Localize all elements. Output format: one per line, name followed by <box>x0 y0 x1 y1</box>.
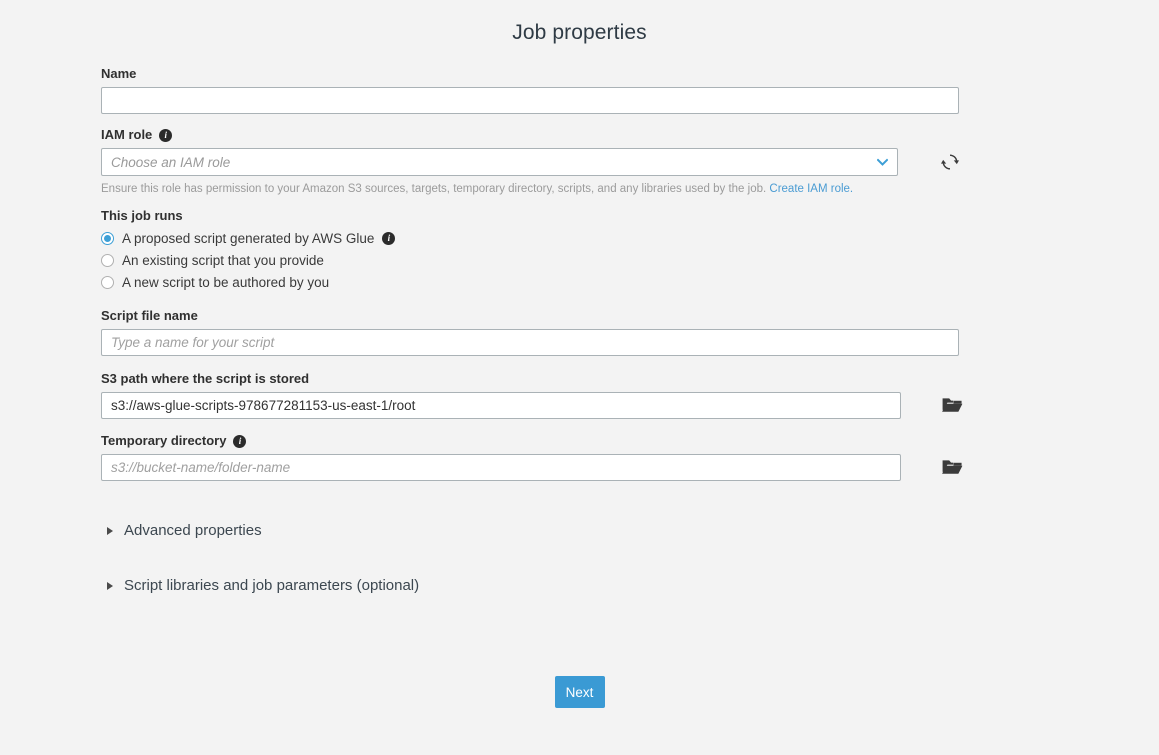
s3-script-path-input[interactable] <box>101 392 901 419</box>
field-name: Name <box>101 66 981 114</box>
script-libraries-toggle[interactable]: Script libraries and job parameters (opt… <box>101 571 981 600</box>
next-button[interactable]: Next <box>554 676 605 708</box>
radio-option-proposed-script[interactable]: A proposed script generated by AWS Glue … <box>101 229 981 248</box>
info-icon[interactable]: i <box>233 434 247 448</box>
field-job-runs: This job runs A proposed script generate… <box>101 208 981 292</box>
radio-label-text: A new script to be authored by you <box>122 275 330 290</box>
advanced-properties-label: Advanced properties <box>124 522 262 539</box>
triangle-right-icon <box>107 581 113 590</box>
triangle-right-icon <box>107 526 113 535</box>
section-advanced-properties[interactable]: Advanced properties <box>101 516 981 545</box>
job-properties-form: Name IAM role i Choose an IAM role Ensur… <box>101 66 981 600</box>
radio-option-existing-script[interactable]: An existing script that you provide <box>101 251 981 270</box>
temporary-directory-label-text: Temporary directory <box>101 433 227 448</box>
temporary-directory-row <box>101 454 981 481</box>
job-properties-page: Job properties Name IAM role i Choose an… <box>0 0 1159 755</box>
field-script-file-name: Script file name <box>101 308 981 356</box>
radio-label[interactable]: An existing script that you provide <box>122 253 324 268</box>
radio-button[interactable] <box>101 232 114 245</box>
name-input[interactable] <box>101 87 959 114</box>
field-s3-script-path: S3 path where the script is stored <box>101 371 981 419</box>
iam-role-select[interactable]: Choose an IAM role <box>101 148 898 176</box>
iam-role-selected-text: Choose an IAM role <box>111 154 231 170</box>
temporary-directory-label: Temporary directory i <box>101 433 981 449</box>
footer-actions: Next <box>0 676 1159 708</box>
s3-script-path-label-text: S3 path where the script is stored <box>101 371 310 386</box>
create-iam-role-link[interactable]: Create IAM role. <box>769 183 853 195</box>
s3-script-path-row <box>101 392 981 419</box>
radio-label[interactable]: A new script to be authored by you <box>122 275 329 290</box>
field-temporary-directory: Temporary directory i <box>101 433 981 481</box>
page-title: Job properties <box>512 21 647 44</box>
section-script-libraries[interactable]: Script libraries and job parameters (opt… <box>101 571 981 600</box>
script-file-name-label: Script file name <box>101 308 981 324</box>
name-label-text: Name <box>101 66 137 81</box>
s3-script-path-label: S3 path where the script is stored <box>101 371 981 387</box>
refresh-icon[interactable] <box>940 152 960 172</box>
folder-icon[interactable] <box>941 459 963 477</box>
radio-label-text: An existing script that you provide <box>122 253 324 268</box>
temporary-directory-input[interactable] <box>101 454 901 481</box>
radio-label-text: A proposed script generated by AWS Glue <box>122 231 375 246</box>
script-file-name-input[interactable] <box>101 329 959 356</box>
info-icon[interactable]: i <box>382 232 396 245</box>
radio-label[interactable]: A proposed script generated by AWS Glue … <box>122 231 396 246</box>
iam-role-help-text-body: Ensure this role has permission to your … <box>101 183 767 195</box>
iam-role-label: IAM role i <box>101 127 981 143</box>
script-libraries-label: Script libraries and job parameters (opt… <box>124 577 420 594</box>
field-iam-role: IAM role i Choose an IAM role Ensure thi… <box>101 127 981 196</box>
script-file-name-label-text: Script file name <box>101 308 198 323</box>
advanced-properties-toggle[interactable]: Advanced properties <box>101 516 981 545</box>
radio-option-new-script[interactable]: A new script to be authored by you <box>101 273 981 292</box>
iam-role-row: Choose an IAM role <box>101 148 981 176</box>
name-label: Name <box>101 66 981 82</box>
info-icon[interactable]: i <box>159 128 173 142</box>
folder-icon[interactable] <box>941 397 963 415</box>
iam-role-label-text: IAM role <box>101 127 153 142</box>
job-runs-label: This job runs <box>101 208 183 223</box>
iam-role-select-wrap: Choose an IAM role <box>101 148 898 176</box>
chevron-down-icon[interactable] <box>877 157 888 168</box>
radio-button[interactable] <box>101 276 114 289</box>
iam-role-help-text: Ensure this role has permission to your … <box>101 182 981 196</box>
radio-button[interactable] <box>101 254 114 267</box>
